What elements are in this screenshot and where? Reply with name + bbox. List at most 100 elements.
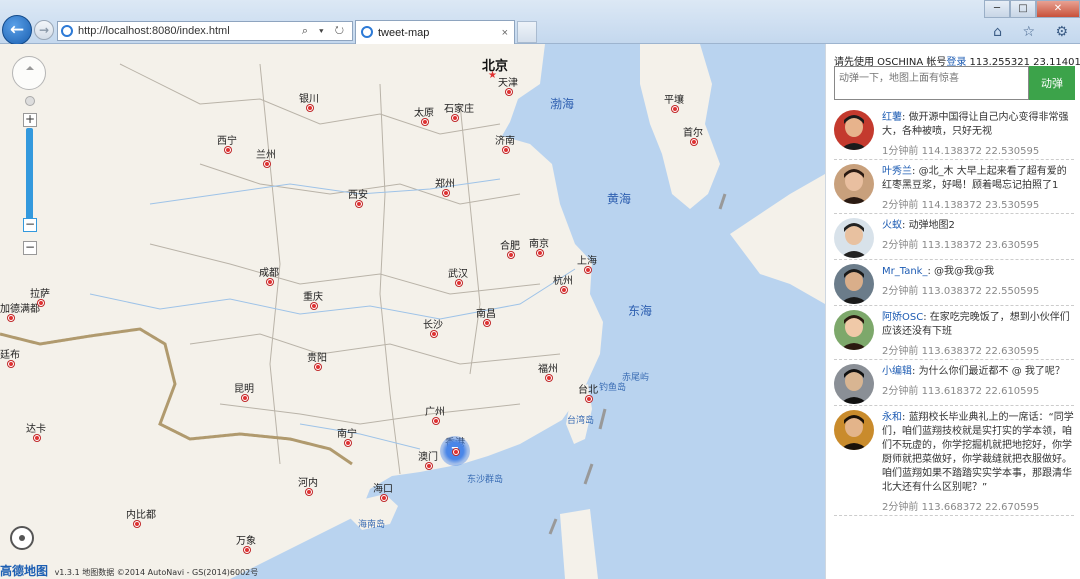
forward-button[interactable]: →	[34, 20, 54, 40]
city-label-hefei: 合肥	[500, 241, 520, 252]
city-marker-icon	[345, 440, 351, 446]
city-label-zhengzhou: 郑州	[435, 179, 455, 190]
zoom-in-button[interactable]: +	[23, 113, 37, 127]
island-label-diaoyudao: 钓鱼岛	[599, 383, 627, 393]
city-label-kunming: 昆明	[234, 384, 254, 395]
tweet-coords: 114.138372 23.530595	[921, 200, 1040, 211]
tweet-coords: 114.138372 22.530595	[921, 146, 1040, 157]
map-pan-control-icon[interactable]	[12, 56, 46, 90]
tweet-list: 红薯: 做开源中国得让自己内心变得非常强大，各种被喷，只好无视 1分钟前 114.…	[834, 106, 1074, 516]
city-label-guangzhou: 广州	[425, 407, 445, 418]
tweet-user[interactable]: 叶秀兰	[882, 166, 912, 177]
tweet-item[interactable]: 红薯: 做开源中国得让自己内心变得非常强大，各种被喷，只好无视 1分钟前 114.…	[834, 106, 1074, 160]
city-marker-icon	[244, 547, 250, 553]
tweet-time: 1分钟前	[882, 146, 919, 157]
tweet-item[interactable]: 阿娇OSC: 在家吃完晚饭了，想到小伙伴们应该还没有下班 2分钟前 113.638…	[834, 306, 1074, 360]
city-marker-icon	[431, 331, 437, 337]
tweet-item[interactable]: 火蚁: 动弹地图2 2分钟前 113.138372 23.630595	[834, 214, 1074, 260]
city-marker-icon	[503, 147, 509, 153]
map-footer: 高德地图 v1.3.1 地图数据 ©2014 AutoNavi - GS(201…	[0, 563, 320, 579]
zoom-out-button[interactable]: −	[23, 241, 37, 255]
tweet-text: 动弹地图2	[908, 220, 955, 231]
tweet-user[interactable]: Mr_Tank_	[882, 266, 927, 277]
city-marker-icon	[561, 287, 567, 293]
city-label-chengdu: 成都	[259, 268, 279, 279]
tweet-time: 2分钟前	[882, 240, 919, 251]
tweet-coords: 113.618372 22.610595	[921, 386, 1040, 397]
city-label-tianjin: 天津	[498, 78, 518, 89]
city-label-wanxiang: 万象	[236, 536, 256, 547]
tweet-user[interactable]: 阿娇OSC	[882, 312, 923, 323]
city-label-jinan: 济南	[495, 136, 515, 147]
tweet-user[interactable]: 永和	[882, 412, 902, 423]
tab-title: tweet-map	[378, 27, 430, 39]
city-label-daka: 达卡	[26, 424, 46, 435]
tweet-coords: 113.638372 22.630595	[921, 346, 1040, 357]
city-marker-icon	[508, 252, 514, 258]
back-button[interactable]: ←	[2, 15, 32, 45]
city-label-shanghai: 上海	[577, 256, 597, 267]
tweet-input[interactable]	[834, 66, 1029, 100]
tab-tweet-map[interactable]: tweet-map ×	[355, 20, 515, 44]
tweet-meta: 2分钟前 113.618372 22.610595	[882, 382, 1074, 397]
city-label-nanjing: 南京	[529, 239, 549, 250]
city-marker-icon	[34, 435, 40, 441]
tweet-user[interactable]: 火蚁	[882, 220, 902, 231]
window-controls: ─ □ ✕	[984, 0, 1080, 18]
city-marker-icon	[452, 115, 458, 121]
maximize-icon[interactable]: □	[1010, 0, 1036, 18]
tweet-time: 2分钟前	[882, 502, 919, 513]
city-label-wuhan: 武汉	[448, 269, 468, 280]
address-controls[interactable]: ⌕ ▾ ↻	[302, 22, 348, 40]
tweet-item[interactable]: 永和: 蓝翔校长毕业典礼上的一席话：“同学们，咱们蓝翔技校就是实打实的学本领，咱…	[834, 406, 1074, 516]
city-label-xining: 西宁	[217, 136, 237, 147]
tab-close-icon[interactable]: ×	[502, 22, 508, 44]
avatar[interactable]	[834, 218, 874, 258]
new-tab-button[interactable]	[517, 21, 537, 43]
city-marker-icon	[225, 147, 231, 153]
city-marker-icon	[134, 521, 140, 527]
tweet-meta: 2分钟前 113.668372 22.670595	[882, 498, 1074, 513]
tweet-user[interactable]: 小编辑	[882, 366, 912, 377]
map-view[interactable]: 渤海 黄海 东海 赤尾屿 钓鱼岛 台湾岛 东沙群岛 海南岛 北京 天津 银川 太…	[0, 44, 825, 579]
minimize-icon[interactable]: ─	[984, 0, 1010, 18]
city-label-tingbu: 廷布	[0, 350, 20, 361]
address-bar[interactable]: http://localhost:8080/index.html ⌕ ▾ ↻	[57, 21, 353, 41]
city-marker-icon	[443, 190, 449, 196]
avatar-image	[834, 310, 874, 350]
sea-label-donghai: 东海	[628, 304, 653, 318]
city-label-nanning: 南宁	[337, 429, 357, 440]
avatar[interactable]	[834, 410, 874, 450]
tweet-meta: 2分钟前 113.138372 23.630595	[882, 236, 1074, 251]
zoom-handle-icon[interactable]	[25, 96, 35, 106]
tweet-item[interactable]: 小编辑: 为什么你们最近都不 @ 我了呢？ 2分钟前 113.618372 22.…	[834, 360, 1074, 406]
zoom-slider-handle[interactable]: −	[23, 218, 37, 232]
city-marker-icon	[546, 375, 552, 381]
tweet-user[interactable]: 红薯	[882, 112, 902, 123]
avatar[interactable]	[834, 364, 874, 404]
city-label-haikou: 海口	[373, 484, 393, 495]
city-label-shijiazhuang: 石家庄	[444, 104, 474, 115]
city-label-guiyang: 贵阳	[307, 353, 327, 364]
post-tweet-button[interactable]: 动弹	[1029, 66, 1075, 100]
avatar[interactable]	[834, 110, 874, 150]
city-label-yinchuan: 银川	[299, 94, 319, 105]
city-marker-icon	[264, 161, 270, 167]
back-arrow-icon: ←	[9, 20, 25, 40]
city-label-taibei: 台北	[578, 385, 598, 396]
tweet-item[interactable]: Mr_Tank_: @我@我@我 2分钟前 113.038372 22.55059…	[834, 260, 1074, 306]
city-label-xian: 西安	[348, 190, 368, 201]
city-marker-icon	[306, 489, 312, 495]
city-label-lanzhou: 兰州	[256, 150, 276, 161]
locate-icon[interactable]	[10, 526, 34, 550]
avatar[interactable]	[834, 310, 874, 350]
tweet-text: 为什么你们最近都不 @ 我了呢？	[918, 366, 1065, 377]
close-window-icon[interactable]: ✕	[1036, 0, 1080, 18]
zoom-slider-track[interactable]	[26, 128, 33, 222]
browser-tool-icons[interactable]: ⌂ ☆ ⚙	[993, 24, 1076, 40]
avatar[interactable]	[834, 264, 874, 304]
tweet-item[interactable]: 叶秀兰: @北_木 大早上起来看了超有爱的红枣黑豆浆，好喝！顾着喝忘记拍照了1 2…	[834, 160, 1074, 214]
city-label-aomen: 澳门	[418, 452, 438, 463]
city-marker-icon	[38, 300, 44, 306]
avatar[interactable]	[834, 164, 874, 204]
